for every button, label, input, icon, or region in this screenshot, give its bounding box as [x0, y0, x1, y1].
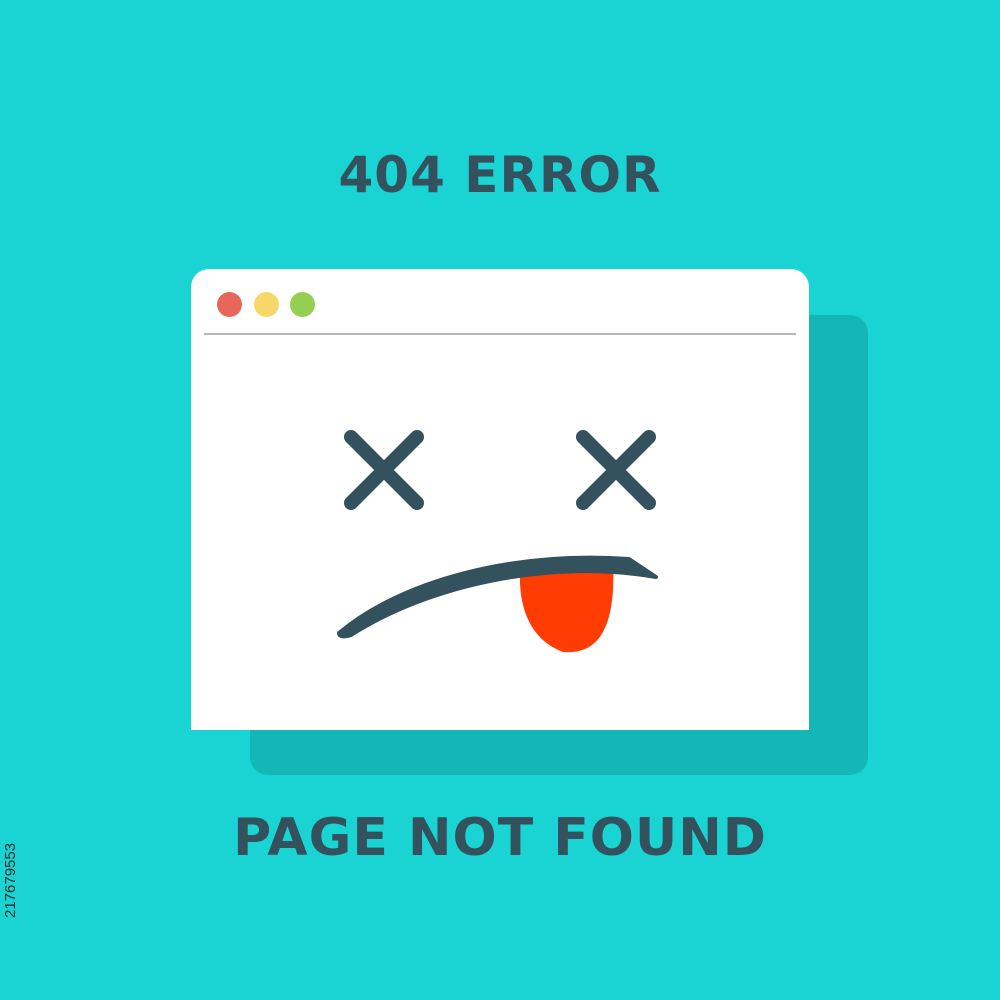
- stock-image-id: 217679553: [2, 842, 19, 918]
- page-not-found-message: PAGE NOT FOUND: [233, 808, 767, 868]
- browser-window: [191, 269, 809, 730]
- right-eye-x-icon: [576, 430, 656, 510]
- left-eye-x-icon: [344, 430, 424, 510]
- dead-face-illustration: [337, 430, 658, 653]
- error-title: 404 ERROR: [338, 146, 662, 204]
